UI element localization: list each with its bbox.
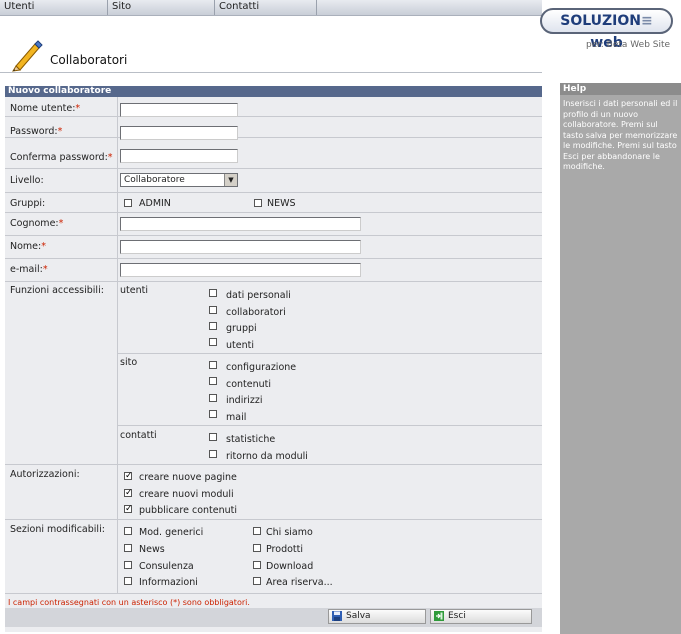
group-admin-label: ADMIN	[139, 198, 171, 209]
password-label: Password:*	[10, 126, 63, 137]
checkbox-section[interactable]	[124, 577, 132, 585]
username-input[interactable]	[120, 103, 238, 117]
checkbox-mail[interactable]	[209, 410, 217, 418]
authorizations-label: Autorizzazioni:	[10, 469, 80, 480]
checkbox-section[interactable]	[253, 527, 261, 535]
function-item-label: indirizzi	[226, 395, 263, 406]
exit-button[interactable]: Esci	[430, 609, 532, 624]
confirm-password-input[interactable]	[120, 149, 238, 163]
function-item-label: ritorno da moduli	[226, 451, 308, 462]
authorization-label: pubblicare contenuti	[139, 505, 238, 516]
level-label: Livello:	[10, 175, 44, 186]
name-label: Nome:*	[10, 241, 46, 252]
menu-item-utenti[interactable]: Utenti	[0, 0, 108, 15]
section-label: Prodotti	[266, 544, 304, 555]
confirm-password-label: Conferma password:*	[10, 152, 113, 163]
site-subtitle: per: Beta Web Site	[586, 40, 671, 50]
title-divider	[0, 72, 542, 73]
section-label: Mod. generici	[139, 527, 204, 538]
save-label: Salva	[346, 611, 371, 621]
checkbox-creare-nuove-pagine[interactable]: ✓	[124, 472, 133, 481]
authorization-label: creare nuove pagine	[139, 472, 237, 483]
function-item-label: collaboratori	[226, 307, 286, 318]
level-value: Collaboratore	[124, 175, 185, 185]
top-menu: Utenti Sito Contatti	[0, 0, 542, 16]
function-item-label: gruppi	[226, 323, 257, 334]
level-select[interactable]: Collaboratore ▼	[120, 173, 238, 187]
username-label: Nome utente:*	[10, 103, 81, 114]
logo-text: SOLUZION	[560, 13, 642, 29]
exit-icon	[434, 611, 444, 621]
authorization-label: creare nuovi moduli	[139, 489, 234, 500]
exit-label: Esci	[448, 611, 466, 621]
menu-label: Contatti	[219, 1, 260, 12]
row-password	[5, 117, 542, 138]
checkbox-configurazione[interactable]	[209, 361, 217, 369]
page-title: Collaboratori	[50, 53, 128, 67]
function-item-label: dati personali	[226, 290, 291, 301]
functions-divider	[118, 425, 542, 426]
checkbox-section[interactable]	[253, 561, 261, 569]
function-group-contatti: contatti	[120, 430, 157, 441]
menu-item-sito[interactable]: Sito	[108, 0, 215, 15]
groups-label: Gruppi:	[10, 198, 46, 209]
checkbox-gruppi[interactable]	[209, 322, 217, 330]
section-label: Consulenza	[139, 561, 194, 572]
functions-divider	[118, 353, 542, 354]
required-note: I campi contrassegnati con un asterisco …	[8, 598, 250, 607]
checkbox-ritorno-da-moduli[interactable]	[209, 450, 217, 458]
function-item-label: statistiche	[226, 434, 276, 445]
checkbox-utenti[interactable]	[209, 338, 217, 346]
checkbox-group-admin[interactable]	[124, 199, 132, 207]
surname-input[interactable]	[120, 217, 361, 231]
checkbox-indirizzi[interactable]	[209, 394, 217, 402]
row-level	[5, 169, 542, 193]
checkbox-dati-personali[interactable]	[209, 289, 217, 297]
checkbox-pubblicare-contenuti[interactable]: ✓	[124, 505, 133, 514]
checkbox-creare-nuovi-moduli[interactable]: ✓	[124, 489, 133, 498]
section-label: Area riserva...	[266, 577, 333, 588]
email-input[interactable]	[120, 263, 361, 277]
function-group-sito: sito	[120, 357, 138, 368]
pencil-icon	[10, 36, 44, 72]
save-button[interactable]: Salva	[328, 609, 426, 624]
chevron-down-icon[interactable]: ▼	[224, 174, 237, 186]
surname-label: Cognome:*	[10, 218, 64, 229]
function-item-label: utenti	[226, 340, 254, 351]
email-label: e-mail:*	[10, 264, 48, 275]
brand-logo: SOLUZION≡ web	[540, 8, 673, 51]
checkbox-section[interactable]	[124, 527, 132, 535]
sections-label: Sezioni modificabili:	[10, 524, 105, 535]
checkbox-contenuti[interactable]	[209, 377, 217, 385]
function-group-utenti: utenti	[120, 285, 148, 296]
checkbox-section[interactable]	[253, 577, 261, 585]
floppy-disk-icon	[332, 611, 342, 621]
function-item-label: contenuti	[226, 379, 272, 390]
menu-label: Utenti	[4, 1, 35, 12]
form-header: Nuovo collaboratore	[5, 86, 542, 97]
help-title: Help	[560, 83, 681, 95]
row-username	[5, 97, 542, 117]
section-label: Chi siamo	[266, 527, 313, 538]
checkbox-section[interactable]	[124, 544, 132, 552]
section-label: Download	[266, 561, 314, 572]
row-authorizations	[5, 465, 542, 520]
checkbox-section[interactable]	[124, 561, 132, 569]
group-news-label: NEWS	[267, 198, 296, 209]
function-item-label: configurazione	[226, 362, 297, 373]
checkbox-section[interactable]	[253, 544, 261, 552]
menu-item-contatti[interactable]: Contatti	[215, 0, 317, 15]
menu-label: Sito	[112, 1, 132, 12]
section-label: News	[139, 544, 165, 555]
checkbox-group-news[interactable]	[254, 199, 262, 207]
functions-label: Funzioni accessibili:	[10, 285, 104, 296]
function-item-label: mail	[226, 412, 247, 423]
section-label: Informazioni	[139, 577, 198, 588]
help-text: Inserisci i dati personali ed il profilo…	[563, 99, 678, 171]
checkbox-statistiche[interactable]	[209, 433, 217, 441]
checkbox-collaboratori[interactable]	[209, 306, 217, 314]
name-input[interactable]	[120, 240, 361, 254]
